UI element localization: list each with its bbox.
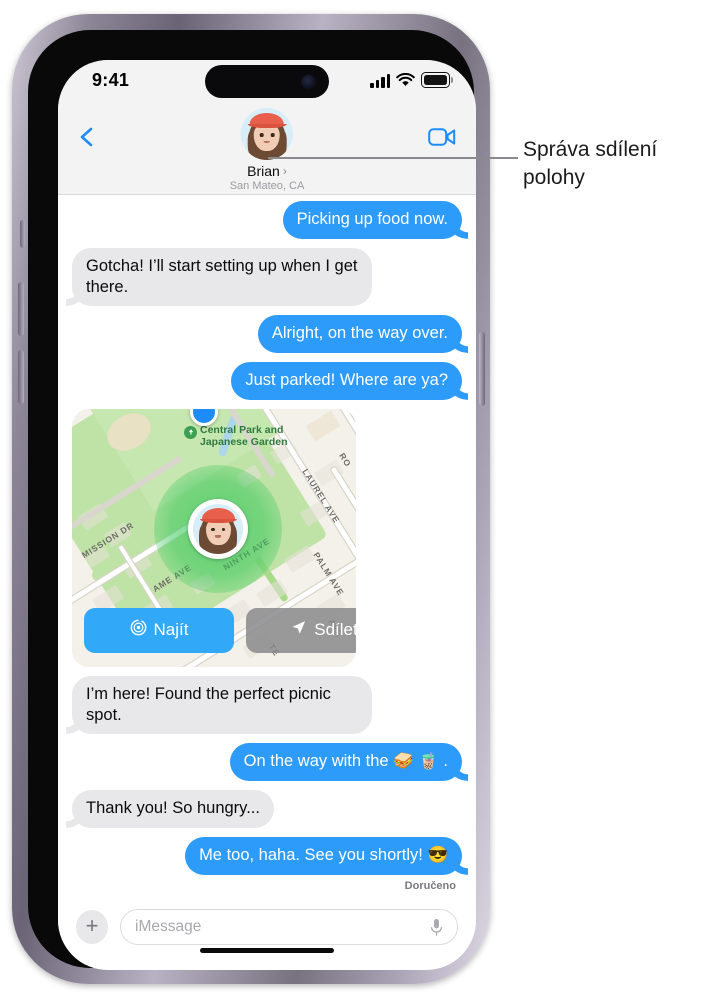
status-bar: 9:41 <box>58 60 476 106</box>
volume-up-button[interactable] <box>18 282 24 336</box>
contact-name: Brian <box>247 163 280 179</box>
video-camera-icon[interactable] <box>428 126 456 148</box>
wifi-icon <box>396 72 415 88</box>
iphone-screen: 9:41 Brian › San Mateo, CA Picking up fo… <box>58 60 476 970</box>
message-row: Picking up food now. <box>58 201 476 239</box>
back-chevron-icon[interactable] <box>76 126 98 148</box>
share-button[interactable]: Sdílet <box>246 607 356 653</box>
message-bubble-incoming[interactable]: I’m here! Found the perfect picnic spot. <box>72 675 372 735</box>
battery-icon <box>421 72 453 88</box>
message-row: MISSION DR NINTH AVE LAUREL AVE PALM AVE… <box>58 408 476 667</box>
share-button-label: Sdílet <box>314 620 356 640</box>
conversation-header: Brian › San Mateo, CA <box>58 106 476 195</box>
find-button[interactable]: Najít <box>84 607 234 653</box>
volume-down-button[interactable] <box>18 350 24 404</box>
message-bubble-outgoing[interactable]: Me too, haha. See you shortly! 😎 <box>185 837 462 875</box>
contact-details-button[interactable]: Brian › San Mateo, CA <box>229 108 305 192</box>
imessage-input[interactable]: iMessage <box>120 909 458 945</box>
status-bar-indicators <box>370 72 453 88</box>
chevron-right-icon: › <box>282 164 287 178</box>
front-camera-lens-icon <box>301 74 316 89</box>
message-bubble-outgoing[interactable]: Picking up food now. <box>282 201 462 239</box>
screenshot-root: 9:41 Brian › San Mateo, CA Picking up fo… <box>0 0 718 998</box>
message-bubble-outgoing[interactable]: Just parked! Where are ya? <box>231 362 462 400</box>
message-row: On the way with the 🥪 🧋 . <box>58 743 476 782</box>
home-indicator[interactable] <box>200 948 334 953</box>
message-thread[interactable]: Picking up food now. Gotcha! I’ll start … <box>58 195 476 889</box>
message-row: Gotcha! I’ll start setting up when I get… <box>58 247 476 307</box>
callout-leader-line <box>268 157 518 159</box>
imessage-placeholder: iMessage <box>135 918 202 935</box>
callout-label: Správa sdílení polohy <box>523 138 658 190</box>
status-bar-time: 9:41 <box>92 70 130 90</box>
map-poi: Central Park and Japanese Garden <box>184 423 312 449</box>
message-row: Thank you! So hungry... <box>58 790 476 829</box>
message-bubble-incoming[interactable]: Gotcha! I’ll start setting up when I get… <box>72 247 372 307</box>
message-bubble-outgoing[interactable]: On the way with the 🥪 🧋 . <box>229 743 462 782</box>
park-tree-pin-icon <box>184 425 197 439</box>
find-button-label: Najít <box>153 620 189 640</box>
plus-icon[interactable]: + <box>76 910 108 944</box>
microphone-icon[interactable] <box>430 918 443 937</box>
location-share-map-card[interactable]: MISSION DR NINTH AVE LAUREL AVE PALM AVE… <box>72 408 356 667</box>
iphone-device-frame: 9:41 Brian › San Mateo, CA Picking up fo… <box>12 14 490 984</box>
message-row: Just parked! Where are ya? <box>58 362 476 400</box>
message-bubble-outgoing[interactable]: Alright, on the way over. <box>257 315 462 354</box>
silent-switch[interactable] <box>20 220 25 248</box>
map-action-buttons: Najít Sdílet <box>84 607 356 653</box>
friend-memoji-pin[interactable] <box>188 498 248 559</box>
power-button[interactable] <box>479 332 485 406</box>
message-row: I’m here! Found the perfect picnic spot. <box>58 675 476 735</box>
message-row: Alright, on the way over. <box>58 315 476 354</box>
radar-target-icon <box>130 619 147 641</box>
delivery-status-label: Doručeno <box>404 879 456 889</box>
memoji-avatar <box>241 108 293 160</box>
contact-location-subtitle: San Mateo, CA <box>229 180 305 192</box>
message-input-bar: + iMessage <box>58 889 476 965</box>
message-bubble-incoming[interactable]: Thank you! So hungry... <box>72 790 274 829</box>
device-bezel: 9:41 Brian › San Mateo, CA Picking up fo… <box>28 30 476 970</box>
map-poi-label: Central Park and Japanese Garden <box>200 423 288 448</box>
message-row: Me too, haha. See you shortly! 😎 <box>58 837 476 875</box>
dynamic-island <box>205 65 329 98</box>
cellular-signal-icon <box>370 73 390 88</box>
navigation-arrow-icon <box>290 619 307 641</box>
